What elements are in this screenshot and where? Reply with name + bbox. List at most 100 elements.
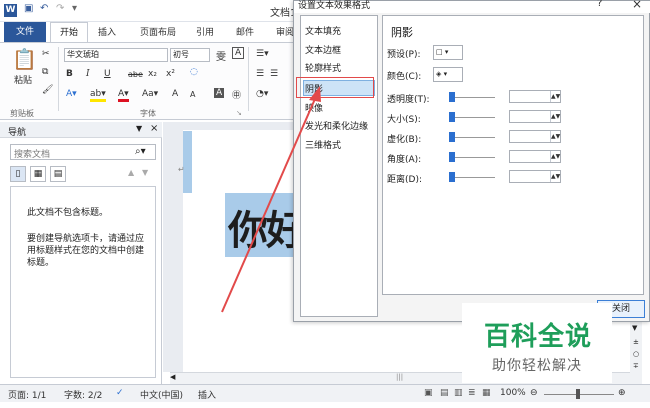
preset-picker[interactable]: □ ▾ [433,45,463,60]
tab-mailings[interactable]: 邮件 [236,25,254,38]
font-color-icon[interactable]: A▾ [118,89,129,102]
spinner-arrows-icon[interactable]: ▲▼ [550,111,560,122]
size-slider[interactable] [451,117,495,118]
browse-object-icon[interactable]: ○ [633,350,639,358]
angle-thumb[interactable] [449,152,455,162]
paste-icon[interactable]: 📋 [12,47,37,71]
undo-icon[interactable]: ↶ [40,3,48,14]
blur-spinner[interactable]: ▲▼ [509,130,561,143]
view-web-icon[interactable]: ▥ [454,388,463,398]
distance-thumb[interactable] [449,172,455,182]
nav-tab-headings[interactable]: ▯ [10,166,26,182]
status-language[interactable]: 中文(中国) [140,388,183,401]
zoom-slider-thumb[interactable] [576,389,580,399]
transparency-thumb[interactable] [449,92,455,102]
tab-review[interactable]: 审阅 [276,25,294,38]
blur-thumb[interactable] [449,132,455,142]
prev-page-icon[interactable]: ± [633,338,639,346]
help-icon[interactable]: ? [597,0,602,9]
center-icon[interactable]: ☰ [270,69,278,79]
size-spinner[interactable]: ▲▼ [509,110,561,123]
tab-file[interactable]: 文件 [4,22,46,42]
italic-button[interactable]: I [86,69,90,79]
distance-spinner[interactable]: ▲▼ [509,170,561,183]
char-shading-icon[interactable]: A [214,88,225,98]
font-size-select[interactable]: 初号 [170,48,210,62]
cut-icon[interactable]: ✂ [42,49,50,59]
spinner-arrows-icon[interactable]: ▲▼ [550,171,560,182]
underline-button[interactable]: U [104,69,111,79]
copy-icon[interactable]: ⧉ [42,67,48,77]
transparency-spinner[interactable]: ▲▼ [509,90,561,103]
color-picker[interactable]: ◈ ▾ [433,67,463,82]
highlight-icon[interactable]: ab▾ [90,89,106,102]
bullets-icon[interactable]: ☰▾ [256,49,269,59]
redo-icon[interactable]: ↷ [56,3,64,14]
change-case-icon[interactable]: Aa▾ [142,89,158,99]
transparency-slider[interactable] [451,97,495,98]
nav-options-icon[interactable]: ▼ [136,124,142,133]
save-icon[interactable]: ▣ [24,3,33,14]
nav-down-icon[interactable]: ▼ [142,168,148,177]
nav-up-icon[interactable]: ▲ [128,168,134,177]
paste-button[interactable]: 粘贴 [14,73,32,86]
spinner-arrows-icon[interactable]: ▲▼ [550,91,560,102]
zoom-in-icon[interactable]: ⊕ [618,388,626,398]
enclose-char-icon[interactable]: ㊥ [232,88,241,101]
shrink-font-button[interactable]: A [190,90,195,99]
scroll-down-icon[interactable]: ▼ [632,324,637,332]
nav-close-icon[interactable]: × [150,123,158,134]
quick-access-dropdown-icon[interactable]: ▾ [72,3,77,14]
zoom-out-icon[interactable]: ⊖ [530,388,538,398]
next-page-icon[interactable]: ∓ [633,362,639,370]
view-print-layout-icon[interactable]: ▣ [424,388,433,398]
close-icon[interactable]: × [632,0,642,11]
angle-slider[interactable] [451,157,495,158]
tab-insert[interactable]: 插入 [98,25,116,38]
spinner-arrows-icon[interactable]: ▲▼ [550,151,560,162]
category-outline-style[interactable]: 轮廓样式 [305,61,341,74]
clear-format-icon[interactable]: ◌ [190,67,198,77]
search-icon[interactable]: ⌕▾ [135,146,146,157]
shading-icon[interactable]: ◔▾ [256,89,268,99]
status-page[interactable]: 页面: 1/1 [8,388,46,401]
scroll-thumb[interactable]: ||| [396,373,403,381]
superscript-button[interactable]: x² [166,69,175,79]
vertical-scrollbar[interactable]: ▼ ± ○ ∓ [630,322,642,384]
view-draft-icon[interactable]: ▦ [482,388,491,398]
scroll-left-icon[interactable]: ◀ [170,373,175,381]
blur-slider[interactable] [451,137,495,138]
nav-tab-results[interactable]: ▤ [50,166,66,182]
category-glow[interactable]: 发光和柔化边缘 [305,119,368,132]
dialog-launcher-icon[interactable]: ↘ [236,109,242,117]
text-effects-icon[interactable]: A▾ [66,89,77,99]
size-thumb[interactable] [449,112,455,122]
category-text-outline[interactable]: 文本边框 [305,43,341,56]
view-outline-icon[interactable]: ≣ [468,388,476,398]
proofing-icon[interactable]: ✓ [116,388,124,398]
strikethrough-button[interactable]: abe [128,70,143,79]
bold-button[interactable]: B [66,69,73,79]
tab-home[interactable]: 开始 [50,22,88,43]
tab-references[interactable]: 引用 [196,25,214,38]
format-painter-icon[interactable]: 🖌 [42,85,53,95]
angle-spinner[interactable]: ▲▼ [509,150,561,163]
align-left-icon[interactable]: ☰ [256,69,264,79]
category-3d-format[interactable]: 三维格式 [305,138,341,151]
grow-font-button[interactable]: A [172,89,178,99]
nav-tab-pages[interactable]: ▦ [30,166,46,182]
status-mode[interactable]: 插入 [198,388,216,401]
distance-slider[interactable] [451,177,495,178]
spinner-arrows-icon[interactable]: ▲▼ [550,131,560,142]
nav-search-input[interactable]: 搜索文档 ⌕▾ [10,144,156,160]
phonetic-guide-icon[interactable]: 雯 [216,48,226,63]
char-border-icon[interactable]: A [232,47,245,59]
tab-page-layout[interactable]: 页面布局 [140,25,176,38]
category-text-fill[interactable]: 文本填充 [305,24,341,37]
font-name-select[interactable]: 华文琥珀 [64,48,168,62]
view-fullscreen-icon[interactable]: ▤ [440,388,449,398]
zoom-level[interactable]: 100% [500,388,526,398]
category-reflection[interactable]: 映像 [305,101,323,114]
subscript-button[interactable]: x₂ [148,69,157,79]
status-words[interactable]: 字数: 2/2 [64,388,102,401]
